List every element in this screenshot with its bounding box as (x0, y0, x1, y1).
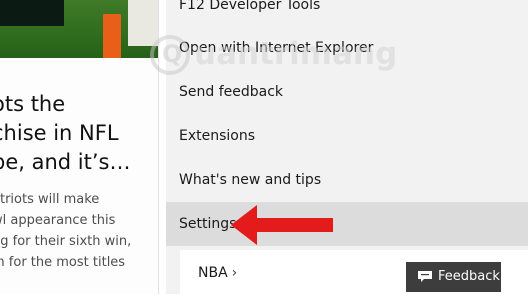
menu-item-extensions[interactable]: Extensions (166, 114, 528, 158)
article-photo (0, 0, 158, 58)
photo-player (128, 0, 158, 46)
photo-goal-post (103, 14, 121, 58)
more-menu: F12 Developer Tools Open with Internet E… (166, 0, 528, 294)
chevron-right-icon: › (231, 265, 238, 281)
submenu-label-text: NBA (198, 265, 228, 281)
feedback-label: Feedback (438, 269, 500, 284)
red-arrow-icon (231, 205, 333, 245)
chat-icon (418, 271, 432, 282)
menu-item-whats-new[interactable]: What's new and tips (166, 158, 528, 202)
article-headline[interactable]: ots the chise in NFL pe, and it’s… (0, 90, 158, 177)
menu-item-settings[interactable]: Settings (166, 202, 528, 246)
article-card[interactable]: ots the chise in NFL pe, and it’s… atrio… (0, 0, 159, 294)
submenu-label: NBA › (198, 250, 237, 297)
article-snippet: atriots will make wl appearance this ng … (0, 192, 132, 270)
menu-item-f12-developer-tools[interactable]: F12 Developer Tools (166, 0, 528, 27)
menu-item-open-with-ie[interactable]: Open with Internet Explorer (166, 26, 528, 70)
photo-dark-area (0, 0, 64, 26)
menu-item-send-feedback[interactable]: Send feedback (166, 70, 528, 114)
feedback-button[interactable]: Feedback (406, 262, 501, 292)
